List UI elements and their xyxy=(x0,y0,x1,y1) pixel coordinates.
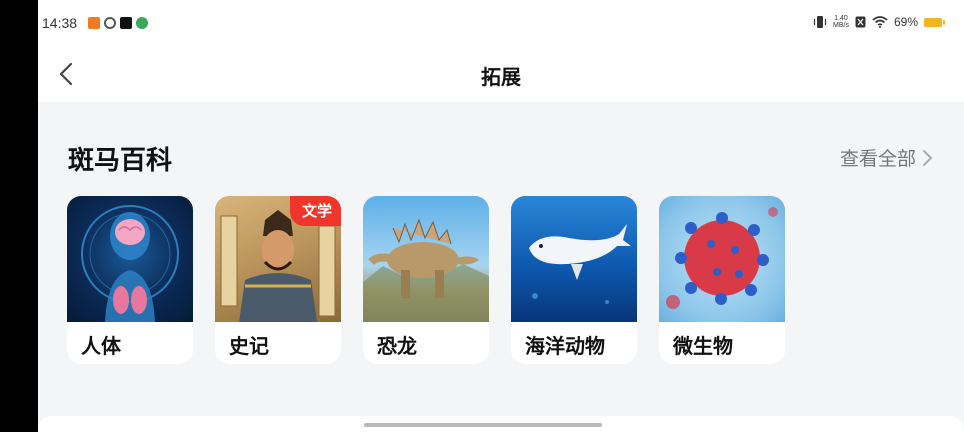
card-label: 微生物 xyxy=(673,334,733,358)
historical-records-image: 文学 xyxy=(215,196,341,322)
card-marine-animals[interactable]: 海洋动物 xyxy=(511,196,637,364)
card-label: 恐龙 xyxy=(377,334,417,358)
notification-icons xyxy=(88,17,148,29)
stegosaurus-illustration xyxy=(363,218,489,322)
vibrate-icon xyxy=(813,16,827,28)
encyclopedia-cards: 人体 文学 史记 恐龙 海洋动物 微生物 xyxy=(67,196,785,364)
card-label: 海洋动物 xyxy=(525,334,605,358)
status-bar: 14:38 1.40 MB/s 69% xyxy=(38,0,964,48)
nfc-icon xyxy=(855,16,866,28)
status-time: 14:38 xyxy=(42,15,78,31)
genre-badge: 文学 xyxy=(289,196,341,226)
app-screen: 14:38 1.40 MB/s 69% 拓展 斑马百科 查看全部 人体 文学 史… xyxy=(38,0,964,432)
dinosaur-image xyxy=(363,196,489,322)
status-right: 1.40 MB/s 69% xyxy=(813,15,945,29)
chevron-right-icon xyxy=(923,149,933,166)
virus-illustration xyxy=(666,207,778,309)
section-title: 斑马百科 xyxy=(68,146,173,176)
card-dinosaurs[interactable]: 恐龙 xyxy=(363,196,489,364)
battery-percent: 69% xyxy=(893,15,918,29)
net-speed-value: 1.40 xyxy=(834,15,848,22)
marine-animals-image xyxy=(511,196,637,322)
net-speed-unit: MB/s xyxy=(833,22,849,29)
home-indicator[interactable] xyxy=(364,423,602,427)
human-body-image xyxy=(67,196,193,322)
beluga-illustration xyxy=(529,224,631,304)
app-notification-icon xyxy=(136,17,148,29)
card-human-body[interactable]: 人体 xyxy=(67,196,193,364)
view-all-label: 查看全部 xyxy=(839,148,916,170)
net-speed: 1.40 MB/s xyxy=(833,15,849,29)
wifi-icon xyxy=(872,16,888,28)
human-body-illustration xyxy=(81,205,179,322)
app-notification-icon xyxy=(88,17,100,29)
battery-icon xyxy=(924,17,945,27)
page-title: 拓展 xyxy=(481,65,521,89)
microorganism-image xyxy=(659,196,785,322)
card-microorganisms[interactable]: 微生物 xyxy=(659,196,785,364)
card-label: 人体 xyxy=(81,334,121,358)
loop-app-icon xyxy=(104,17,116,29)
view-all-link[interactable]: 查看全部 xyxy=(840,144,934,171)
title-bar: 拓展 xyxy=(38,48,964,102)
card-label: 史记 xyxy=(229,334,269,358)
card-historical-records[interactable]: 文学 史记 xyxy=(215,196,341,364)
tiktok-icon xyxy=(120,17,132,29)
